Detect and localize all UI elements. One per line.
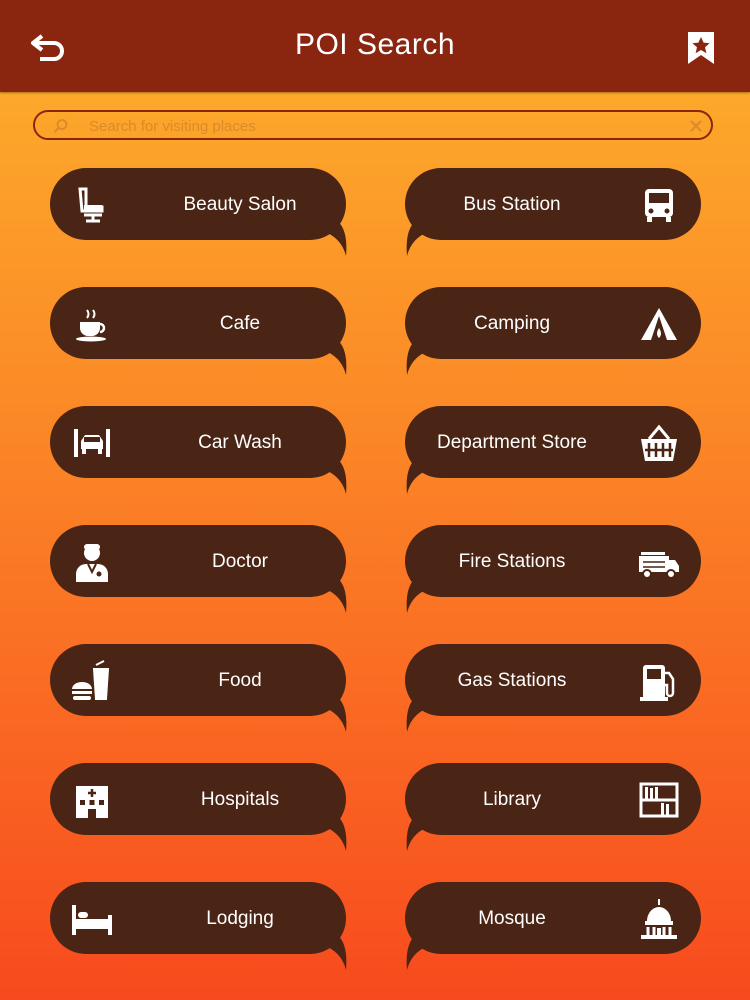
hospital-building-icon xyxy=(76,786,108,818)
bed-icon xyxy=(72,905,112,935)
category-beauty-salon-button[interactable]: Beauty Salon xyxy=(50,168,348,260)
category-label: Bus Station xyxy=(463,194,561,215)
category-food-button[interactable]: Food xyxy=(50,644,348,736)
gas-pump-icon xyxy=(640,665,675,701)
category-label: Food xyxy=(218,670,262,691)
car-wash-icon xyxy=(74,429,110,457)
clear-search-icon[interactable] xyxy=(689,119,703,133)
category-cafe-button[interactable]: Cafe xyxy=(50,287,348,379)
category-label: Gas Stations xyxy=(457,670,567,691)
category-car-wash-button[interactable]: Car Wash xyxy=(50,406,348,498)
category-fire-stations-button[interactable]: Fire Stations xyxy=(405,525,703,617)
category-label: Hospitals xyxy=(200,789,280,810)
category-label: Fire Stations xyxy=(458,551,566,572)
category-label: Department Store xyxy=(437,432,587,453)
category-label: Doctor xyxy=(212,551,268,572)
category-label: Lodging xyxy=(206,908,274,929)
bookshelf-icon xyxy=(639,782,679,818)
category-hospitals-button[interactable]: Hospitals xyxy=(50,763,348,855)
coffee-cup-icon xyxy=(76,309,106,342)
category-bus-station-button[interactable]: Bus Station xyxy=(405,168,703,260)
page-title: POI Search xyxy=(294,28,456,61)
salon-chair-icon xyxy=(78,187,104,223)
search-icon xyxy=(53,119,68,133)
bus-icon xyxy=(645,189,673,222)
shopping-basket-icon xyxy=(641,424,677,461)
category-label: Mosque xyxy=(478,908,546,929)
category-gas-stations-button[interactable]: Gas Stations xyxy=(405,644,703,736)
search-input[interactable] xyxy=(87,114,671,138)
category-label: Library xyxy=(482,789,542,810)
category-mosque-button[interactable]: Mosque xyxy=(405,882,703,974)
category-doctor-button[interactable]: Doctor xyxy=(50,525,348,617)
tent-icon xyxy=(641,308,677,340)
category-department-store-button[interactable]: Department Store xyxy=(405,406,703,498)
category-label: Camping xyxy=(473,313,551,334)
bookmark-star-icon xyxy=(688,32,714,64)
category-library-button[interactable]: Library xyxy=(405,763,703,855)
bookmarks-button[interactable] xyxy=(686,30,716,66)
top-app-bar: POI Search xyxy=(0,0,750,92)
category-lodging-button[interactable]: Lodging xyxy=(50,882,348,974)
category-label: Car Wash xyxy=(198,432,282,453)
search-bar xyxy=(33,110,713,140)
burger-drink-icon xyxy=(72,660,110,700)
dome-icon xyxy=(641,899,677,939)
fire-truck-icon xyxy=(639,552,679,579)
category-label: Cafe xyxy=(219,313,261,334)
doctor-icon xyxy=(76,544,108,582)
category-camping-button[interactable]: Camping xyxy=(405,287,703,379)
category-label: Beauty Salon xyxy=(183,194,297,215)
